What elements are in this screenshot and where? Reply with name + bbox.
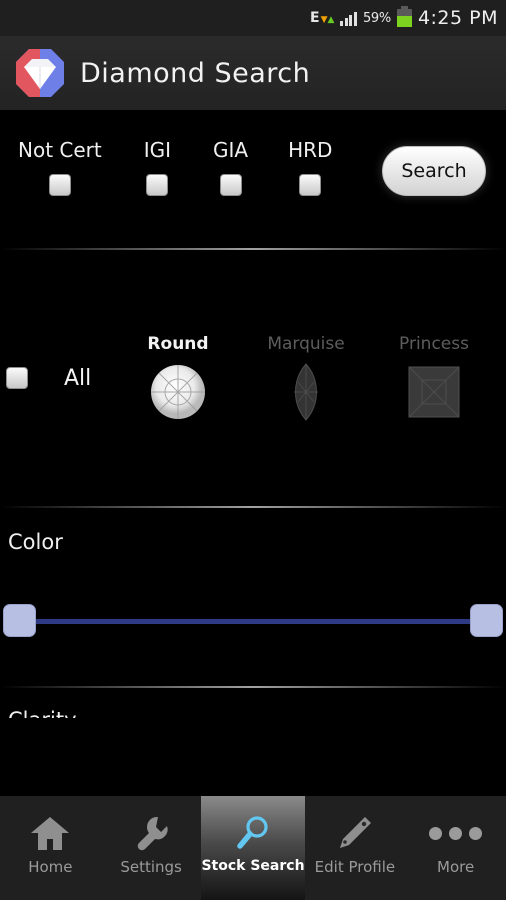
shape-name: Princess (399, 334, 469, 354)
status-bar: E ▼ ▲ 59% 4:25 PM (0, 0, 506, 36)
round-gem-icon (151, 365, 205, 419)
cert-option-not-cert[interactable]: Not Cert (18, 138, 102, 196)
shape-list[interactable]: Round Marquise Princess (142, 334, 506, 422)
shape-name: Round (147, 334, 209, 354)
wrench-icon (131, 810, 171, 856)
diamond-logo-icon (14, 47, 66, 99)
cert-checkbox-hrd[interactable] (299, 174, 322, 196)
shape-selector: All Round Marquise Princess (0, 250, 506, 506)
search-button[interactable]: Search (382, 146, 486, 196)
battery-percent-label: 59% (362, 10, 391, 26)
color-range-slider[interactable] (0, 604, 506, 638)
battery-icon (396, 6, 412, 27)
cert-checkbox-igi[interactable] (146, 174, 169, 196)
tab-stock-search[interactable]: Stock Search (201, 796, 305, 900)
marquise-gem-icon (294, 363, 318, 421)
ellipsis-icon (429, 810, 483, 856)
cert-checkbox-gia[interactable] (219, 174, 242, 196)
tab-more[interactable]: More (405, 796, 506, 900)
shape-name: Marquise (267, 334, 345, 354)
pencil-icon (335, 810, 375, 856)
cert-checkbox-not-cert[interactable] (48, 174, 71, 196)
cert-label: Not Cert (18, 138, 102, 162)
shape-item-round[interactable]: Round (142, 334, 214, 422)
signal-bars-icon (340, 10, 357, 26)
data-arrows-icon: E ▼ ▲ (310, 10, 335, 26)
cert-label: GIA (213, 138, 249, 162)
page-title: Diamond Search (80, 57, 311, 89)
cert-label: HRD (288, 138, 333, 162)
tab-label: Stock Search (201, 858, 305, 874)
app-screen: E ▼ ▲ 59% 4:25 PM Diamond Search Not Cert (0, 0, 506, 900)
network-type-label: E (310, 10, 320, 26)
color-label: Color (8, 530, 63, 554)
tab-home[interactable]: Home (0, 796, 101, 900)
slider-track (18, 619, 488, 624)
search-form-scroll[interactable]: Not Cert IGI GIA HRD Search All Round Ma… (0, 110, 506, 796)
tab-label: More (437, 858, 475, 876)
slider-handle-min[interactable] (3, 604, 36, 637)
clarity-label: Clarity (0, 688, 506, 718)
shape-label-all: All (64, 365, 92, 391)
cert-label: IGI (143, 138, 172, 162)
slider-handle-max[interactable] (470, 604, 503, 637)
princess-gem-icon (408, 366, 460, 418)
tab-settings[interactable]: Settings (101, 796, 202, 900)
clarity-filter: Clarity (0, 688, 506, 718)
tab-label: Home (28, 858, 73, 876)
cert-option-gia[interactable]: GIA (213, 138, 248, 196)
app-header: Diamond Search (0, 36, 506, 110)
shape-item-princess[interactable]: Princess (398, 334, 470, 422)
shape-item-marquise[interactable]: Marquise (267, 334, 345, 422)
cert-option-hrd[interactable]: HRD (288, 138, 332, 196)
clock-label: 4:25 PM (417, 7, 498, 29)
cert-option-igi[interactable]: IGI (144, 138, 171, 196)
bottom-tab-bar: Home Settings Stock Search Edit Profile (0, 796, 506, 900)
color-filter: Color (0, 508, 506, 686)
magnifier-icon (233, 810, 273, 856)
shape-checkbox-all[interactable] (6, 367, 28, 389)
home-icon (29, 810, 71, 856)
tab-label: Edit Profile (314, 858, 396, 876)
tab-label: Settings (120, 858, 182, 876)
tab-edit-profile[interactable]: Edit Profile (305, 796, 406, 900)
certification-row: Not Cert IGI GIA HRD Search (0, 110, 506, 248)
